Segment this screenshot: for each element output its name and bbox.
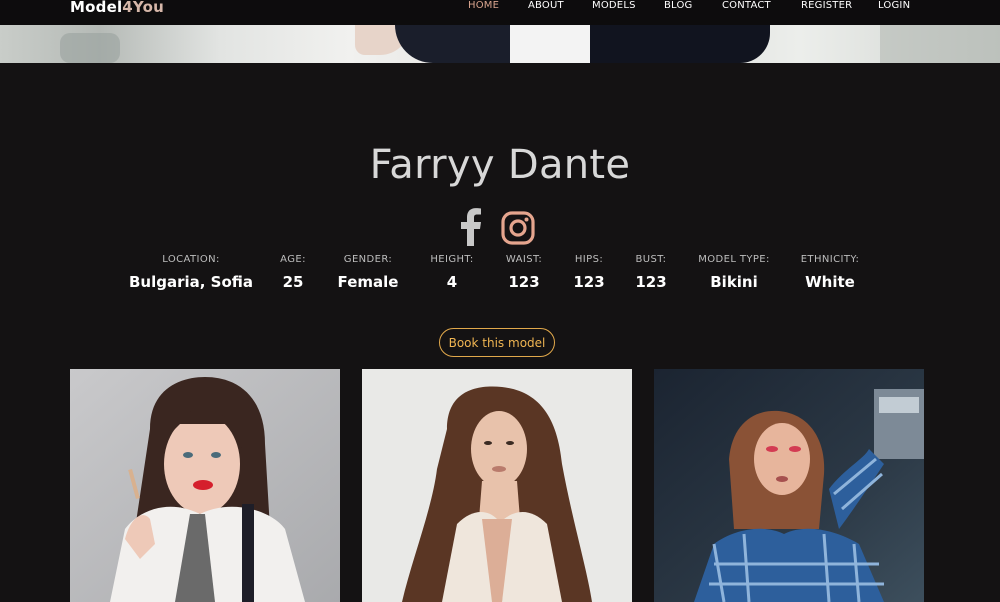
instagram-icon[interactable]	[501, 211, 535, 245]
logo-text-4you: 4You	[122, 0, 165, 16]
stat-value-height: 4	[446, 273, 458, 291]
stat-label-model-type: MODEL TYPE:	[698, 254, 770, 265]
nav-register[interactable]: REGISTER	[801, 0, 852, 11]
stat-value-ethnicity: White	[805, 273, 855, 291]
nav-blog[interactable]: BLOG	[664, 0, 693, 11]
stat-value-waist: 123	[508, 273, 540, 291]
stat-value-location: Bulgaria, Sofia	[128, 273, 254, 291]
hero-banner-image	[0, 25, 1000, 63]
stat-value-model-type: Bikini	[710, 273, 758, 291]
stat-label-location: LOCATION:	[162, 254, 220, 265]
gallery-photo[interactable]	[654, 369, 924, 602]
stat-value-gender: Female	[337, 273, 399, 291]
gallery-photo[interactable]	[362, 369, 632, 602]
stat-value-age: 25	[282, 273, 304, 291]
logo-text-model: Model	[70, 0, 123, 16]
stat-label-gender: GENDER:	[343, 254, 393, 265]
stat-value-bust: 123	[635, 273, 667, 291]
site-logo[interactable]: Model4You	[70, 0, 164, 16]
stat-label-waist: WAIST:	[505, 254, 543, 265]
stat-label-age: AGE:	[280, 254, 306, 265]
nav-home[interactable]: HOME	[468, 0, 499, 11]
top-navigation-bar: Model4You HOME ABOUT MODELS BLOG CONTACT…	[0, 0, 1000, 25]
stat-label-hips: HIPS:	[574, 254, 604, 265]
stat-value-hips: 123	[573, 273, 605, 291]
nav-contact[interactable]: CONTACT	[722, 0, 771, 11]
gallery-photo[interactable]	[70, 369, 340, 602]
book-model-button[interactable]: Book this model	[439, 328, 555, 357]
stat-label-height: HEIGHT:	[430, 254, 474, 265]
nav-login[interactable]: LOGIN	[878, 0, 910, 11]
stat-label-ethnicity: ETHNICITY:	[800, 254, 860, 265]
model-name: Farryy Dante	[369, 142, 631, 188]
facebook-icon[interactable]	[459, 208, 483, 246]
nav-about[interactable]: ABOUT	[528, 0, 564, 11]
stat-label-bust: BUST:	[635, 254, 667, 265]
nav-models[interactable]: MODELS	[592, 0, 636, 11]
